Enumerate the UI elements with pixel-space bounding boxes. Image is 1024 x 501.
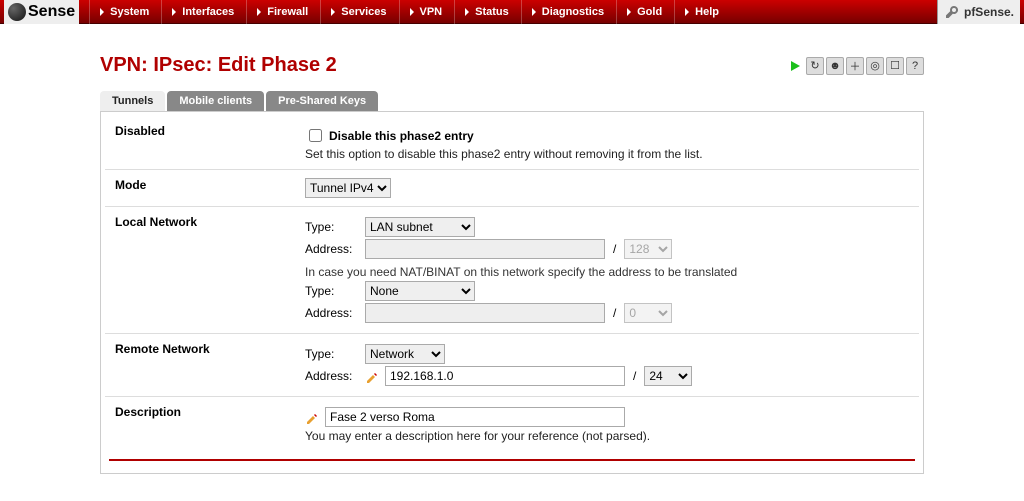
recycle-icon[interactable]: ↻ (806, 57, 824, 75)
caret-right-icon (627, 8, 631, 16)
nav-firewall[interactable]: Firewall (246, 0, 318, 24)
tab-tunnels[interactable]: Tunnels (100, 91, 165, 111)
square-icon[interactable]: ☐ (886, 57, 904, 75)
local-address-label: Address: (305, 242, 361, 256)
form-panel: Disabled Disable this phase2 entry Set t… (100, 111, 924, 474)
nat-type-label: Type: (305, 284, 361, 298)
head-icon[interactable]: ☻ (826, 57, 844, 75)
pencil-icon (305, 412, 319, 426)
slash: / (633, 369, 636, 383)
remote-type-label: Type: (305, 347, 361, 361)
nav-diagnostics[interactable]: Diagnostics (521, 0, 614, 24)
caret-right-icon (172, 8, 176, 16)
row-label-disabled: Disabled (105, 116, 295, 170)
tab-pre-shared-keys[interactable]: Pre-Shared Keys (266, 91, 378, 111)
logo-text: Sense (28, 3, 75, 21)
nav-interfaces[interactable]: Interfaces (161, 0, 244, 24)
mode-select[interactable]: Tunnel IPv4 (305, 178, 391, 198)
nav-help[interactable]: Help (674, 0, 729, 24)
nav-services[interactable]: Services (320, 0, 396, 24)
page-title: VPN: IPsec: Edit Phase 2 (100, 54, 337, 77)
caret-right-icon (410, 8, 414, 16)
description-input[interactable] (325, 407, 625, 427)
tab-mobile-clients[interactable]: Mobile clients (167, 91, 264, 111)
caret-right-icon (465, 8, 469, 16)
caret-right-icon (257, 8, 261, 16)
remote-address-label: Address: (305, 369, 361, 383)
local-cidr-select[interactable]: 128 (624, 239, 672, 259)
nat-address-input[interactable] (365, 303, 605, 323)
nav-status[interactable]: Status (454, 0, 519, 24)
brand-badge-text: pfSense. (964, 5, 1014, 19)
main-nav: System Interfaces Firewall Services VPN … (89, 0, 937, 24)
product-logo: Sense (4, 0, 79, 24)
caret-right-icon (100, 8, 104, 16)
nat-type-select[interactable]: None (365, 281, 475, 301)
slash: / (613, 306, 616, 320)
play-icon[interactable] (786, 57, 804, 75)
remote-type-select[interactable]: Network (365, 344, 445, 364)
nav-gold[interactable]: Gold (616, 0, 672, 24)
target-icon[interactable]: ◎ (866, 57, 884, 75)
row-label-local: Local Network (105, 207, 295, 334)
remote-cidr-select[interactable]: 24 (644, 366, 692, 386)
tab-bar: Tunnels Mobile clients Pre-Shared Keys (100, 91, 924, 111)
description-help: You may enter a description here for you… (305, 429, 909, 443)
remote-address-input[interactable] (385, 366, 625, 386)
pencil-icon (365, 371, 379, 385)
wrench-icon (944, 4, 960, 20)
top-nav-bar: Sense System Interfaces Firewall Service… (0, 0, 1024, 24)
page-action-icons: ↻ ☻ ＋ ◎ ☐ ? (786, 57, 924, 75)
disable-help: Set this option to disable this phase2 e… (305, 147, 909, 161)
slash: / (613, 242, 616, 256)
nat-note: In case you need NAT/BINAT on this netwo… (305, 265, 909, 279)
local-type-label: Type: (305, 220, 361, 234)
logo-ball-icon (8, 3, 26, 21)
nav-system[interactable]: System (89, 0, 159, 24)
disable-checkbox-label: Disable this phase2 entry (329, 129, 474, 143)
nat-cidr-select[interactable]: 0 (624, 303, 672, 323)
caret-right-icon (685, 8, 689, 16)
row-label-remote: Remote Network (105, 334, 295, 397)
nav-vpn[interactable]: VPN (399, 0, 453, 24)
nat-address-label: Address: (305, 306, 361, 320)
section-divider (109, 459, 915, 461)
caret-right-icon (532, 8, 536, 16)
local-type-select[interactable]: LAN subnet (365, 217, 475, 237)
plus-icon[interactable]: ＋ (846, 57, 864, 75)
brand-badge[interactable]: pfSense. (937, 0, 1020, 24)
local-address-input[interactable] (365, 239, 605, 259)
caret-right-icon (331, 8, 335, 16)
disable-checkbox[interactable] (309, 129, 322, 142)
row-label-description: Description (105, 397, 295, 452)
help-icon[interactable]: ? (906, 57, 924, 75)
row-label-mode: Mode (105, 170, 295, 207)
